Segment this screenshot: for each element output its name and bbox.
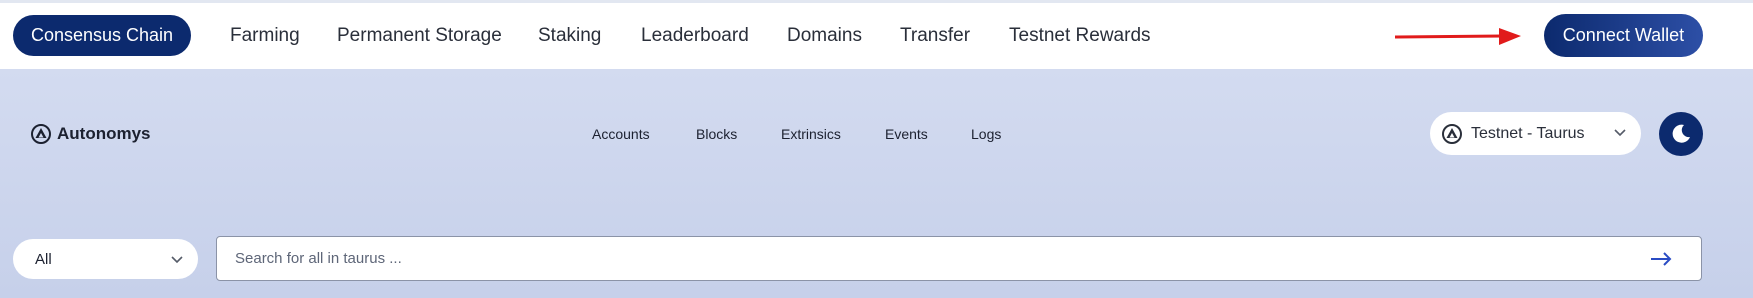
nav-leaderboard[interactable]: Leaderboard bbox=[641, 25, 749, 47]
theme-toggle-button[interactable] bbox=[1659, 112, 1703, 156]
nav-logs[interactable]: Logs bbox=[971, 126, 1001, 142]
network-selector[interactable]: Testnet - Taurus bbox=[1430, 112, 1641, 155]
arrow-right-icon[interactable] bbox=[1649, 250, 1673, 268]
connect-wallet-button[interactable]: Connect Wallet bbox=[1544, 14, 1703, 57]
autonomys-logo[interactable]: Autonomys bbox=[31, 124, 151, 144]
top-navigation: Consensus Chain Farming Permanent Storag… bbox=[0, 3, 1753, 69]
nav-blocks[interactable]: Blocks bbox=[696, 126, 737, 142]
search-bar bbox=[216, 236, 1702, 281]
network-selector-label: Testnet - Taurus bbox=[1471, 124, 1585, 142]
nav-permanent-storage[interactable]: Permanent Storage bbox=[337, 25, 502, 47]
search-filter-value: All bbox=[35, 250, 52, 268]
explorer-panel: Autonomys Accounts Blocks Extrinsics Eve… bbox=[0, 69, 1753, 298]
nav-transfer[interactable]: Transfer bbox=[900, 25, 970, 47]
nav-testnet-rewards[interactable]: Testnet Rewards bbox=[1009, 25, 1151, 47]
autonomys-logo-icon bbox=[31, 124, 51, 144]
nav-farming[interactable]: Farming bbox=[230, 25, 300, 47]
search-filter-select[interactable]: All bbox=[13, 239, 198, 279]
nav-consensus-chain[interactable]: Consensus Chain bbox=[13, 15, 191, 56]
moon-icon bbox=[1672, 124, 1690, 143]
chevron-down-icon bbox=[171, 256, 183, 264]
brand-name: Autonomys bbox=[57, 124, 151, 143]
nav-staking[interactable]: Staking bbox=[538, 25, 601, 47]
nav-events[interactable]: Events bbox=[885, 126, 928, 142]
nav-domains[interactable]: Domains bbox=[787, 25, 862, 47]
nav-extrinsics[interactable]: Extrinsics bbox=[781, 126, 841, 142]
search-input[interactable] bbox=[235, 250, 1615, 267]
nav-accounts[interactable]: Accounts bbox=[592, 126, 650, 142]
network-logo-icon bbox=[1442, 123, 1462, 144]
chevron-down-icon bbox=[1614, 129, 1626, 137]
red-arrow-annotation bbox=[1394, 28, 1521, 45]
